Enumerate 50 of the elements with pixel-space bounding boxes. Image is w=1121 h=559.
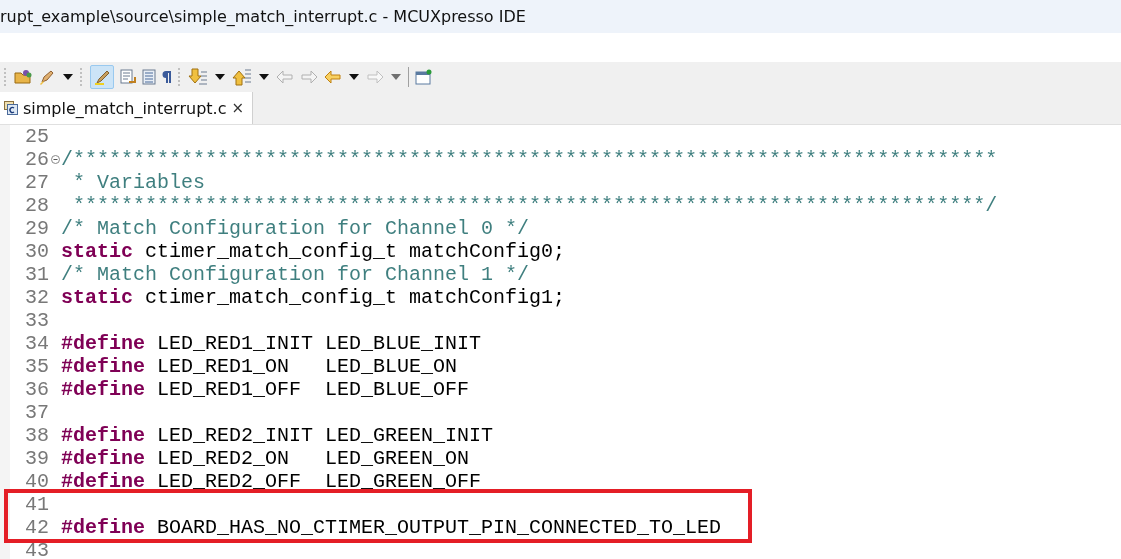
line-number: 39 bbox=[25, 447, 49, 470]
line-number: 29 bbox=[25, 217, 49, 240]
line-number: 41 bbox=[25, 493, 49, 516]
highlighter-icon bbox=[94, 69, 110, 85]
code-line: #define LED_RED2_ON LED_GREEN_ON bbox=[61, 447, 470, 470]
code-line: static ctimer_match_config_t matchConfig0; bbox=[61, 240, 566, 263]
line-number: 34 bbox=[25, 332, 49, 355]
code-line: #define LED_RED1_OFF LED_BLUE_OFF bbox=[61, 378, 470, 401]
line-number: 36 bbox=[25, 378, 49, 401]
up-arrow-icon[interactable] bbox=[232, 68, 252, 86]
dropdown-arrow-icon[interactable] bbox=[62, 73, 74, 81]
editor-tab[interactable]: simple_match_interrupt.c × bbox=[0, 92, 254, 124]
code-line: /* Match Configuration for Channel 1 */ bbox=[61, 263, 530, 286]
line-number: 32 bbox=[25, 286, 49, 309]
collapse-icon[interactable] bbox=[50, 155, 60, 164]
close-button[interactable]: × bbox=[231, 99, 245, 117]
c-file-icon bbox=[4, 101, 18, 115]
window-title: rupt_example\source\simple_match_interrupt.c - MCUXpresso IDE bbox=[0, 7, 526, 26]
line-number: 26 bbox=[25, 148, 49, 171]
code-line: #define LED_RED2_INIT LED_GREEN_INIT bbox=[61, 424, 494, 447]
line-number: 30 bbox=[25, 240, 49, 263]
dropdown-arrow-icon[interactable] bbox=[348, 73, 360, 81]
highlighter-toggle-button[interactable] bbox=[90, 65, 114, 89]
code-line: /* Match Configuration for Channel 0 */ bbox=[61, 217, 530, 240]
line-number: 28 bbox=[25, 194, 49, 217]
line-number: 42 bbox=[25, 516, 49, 539]
pilcrow-icon[interactable] bbox=[162, 70, 172, 84]
code-line: #define LED_RED1_INIT LED_BLUE_INIT bbox=[61, 332, 482, 355]
window-pin-icon[interactable] bbox=[415, 69, 433, 85]
code-line: #define LED_RED1_ON LED_BLUE_ON bbox=[61, 355, 458, 378]
line-number: 27 bbox=[25, 171, 49, 194]
open-folder-icon[interactable] bbox=[14, 69, 32, 85]
code-line: #define LED_RED2_OFF LED_GREEN_OFF bbox=[61, 470, 482, 493]
code-line: #define BOARD_HAS_NO_CTIMER_OUTPUT_PIN_CONNECTED_TO_LED bbox=[61, 516, 722, 539]
back-arrow-icon[interactable] bbox=[324, 70, 342, 84]
down-arrow-icon[interactable] bbox=[188, 68, 208, 86]
line-number: 25 bbox=[25, 125, 49, 148]
line-number: 38 bbox=[25, 424, 49, 447]
line-number: 31 bbox=[25, 263, 49, 286]
line-number: 33 bbox=[25, 309, 49, 332]
code-line: /***************************************************************************** bbox=[61, 148, 998, 171]
line-number: 37 bbox=[25, 401, 49, 424]
code-line: ****************************************************************************/ bbox=[72, 194, 998, 217]
line-number: 40 bbox=[25, 470, 49, 493]
code-line: static ctimer_match_config_t matchConfig1; bbox=[61, 286, 566, 309]
line-number: 35 bbox=[25, 355, 49, 378]
dropdown-arrow-icon[interactable] bbox=[214, 73, 226, 81]
line-number: 43 bbox=[25, 539, 49, 559]
dropdown-arrow-icon[interactable] bbox=[258, 73, 270, 81]
code-line: * Variables bbox=[72, 171, 206, 194]
